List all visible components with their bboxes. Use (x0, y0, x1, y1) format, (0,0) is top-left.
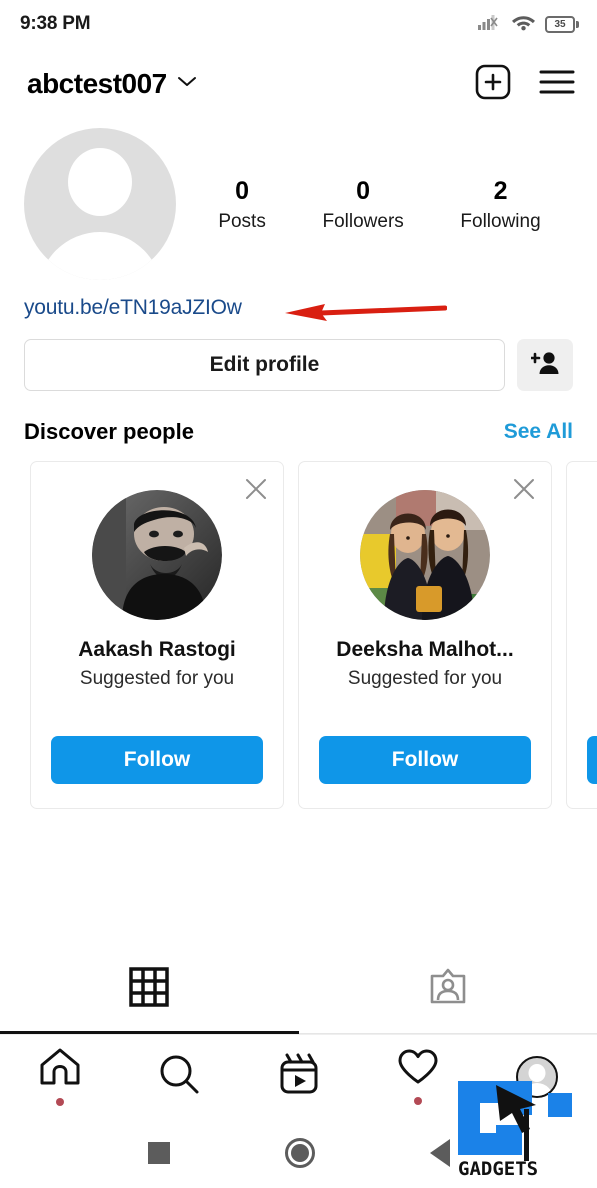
reels-icon (278, 1053, 320, 1100)
heart-icon (397, 1048, 439, 1091)
home-icon (39, 1047, 81, 1092)
page-title: abctest007 (27, 68, 167, 99)
tab-tagged[interactable] (299, 946, 597, 1033)
nav-search[interactable] (119, 1035, 238, 1118)
header-actions (475, 64, 575, 105)
nav-profile[interactable] (478, 1035, 597, 1118)
close-x-icon[interactable] (511, 476, 537, 502)
suggestion-card[interactable]: Aakash Rastogi Suggested for you Follow (30, 461, 284, 809)
stat-followers[interactable]: 0 Followers (322, 176, 403, 233)
recents-square-icon[interactable] (147, 1142, 170, 1164)
home-circle-icon[interactable] (284, 1138, 315, 1168)
wifi-icon (511, 12, 536, 36)
tab-grid[interactable] (0, 946, 299, 1034)
discover-people-header: Discover people See All (0, 391, 597, 445)
stat-following-value: 2 (493, 176, 508, 205)
add-person-icon (529, 350, 559, 381)
close-x-icon[interactable] (243, 476, 269, 502)
profile-header: abctest007 (0, 48, 597, 120)
nav-home[interactable] (0, 1035, 119, 1118)
bio-section: youtu.be/eTN19aJZIOw (0, 280, 597, 321)
battery-icon: 35 (545, 15, 579, 33)
search-icon (158, 1053, 200, 1100)
stat-following-label: Following (460, 210, 541, 232)
suggestion-subtitle: Suggested for you (79, 668, 235, 689)
back-triangle-icon[interactable] (429, 1139, 450, 1167)
default-avatar-icon[interactable] (24, 128, 176, 280)
suggestion-avatar[interactable] (360, 490, 490, 620)
activity-badge-dot (413, 1097, 422, 1105)
suggestion-name: Deeksha Malhot... (336, 638, 514, 661)
profile-stats: 0 Posts 0 Followers 2 Following (176, 176, 573, 233)
grid-icon (129, 967, 169, 1012)
follow-button[interactable]: Follow (51, 736, 263, 784)
bottom-navigation-bar (0, 1034, 597, 1118)
stat-followers-label: Followers (322, 210, 404, 232)
instagram-profile-screen: 9:38 PM 35 abctest007 0 Posts 0 Follower… (0, 0, 597, 1188)
follow-button[interactable] (587, 736, 597, 784)
add-person-button[interactable] (517, 339, 573, 391)
tagged-person-icon (428, 967, 468, 1012)
nav-activity[interactable] (358, 1035, 477, 1118)
discover-people-carousel[interactable]: Aakash Rastogi Suggested for you Follow (0, 445, 597, 809)
status-bar: 9:38 PM 35 (0, 0, 597, 48)
android-navigation-bar (0, 1118, 597, 1188)
chevron-down-icon (177, 75, 197, 93)
stat-posts-label: Posts (218, 210, 266, 232)
discover-people-title: Discover people (24, 419, 194, 444)
stat-posts-value: 0 (235, 176, 250, 205)
nav-reels[interactable] (239, 1035, 358, 1118)
hamburger-menu-icon[interactable] (539, 68, 575, 101)
suggestion-name: Aakash Rastogi (78, 638, 236, 661)
profile-actions: Edit profile (0, 320, 597, 391)
suggestion-card[interactable] (566, 461, 597, 809)
battery-level: 35 (554, 18, 566, 30)
see-all-link[interactable]: See All (504, 420, 573, 444)
home-badge-dot (55, 1098, 64, 1106)
profile-summary: 0 Posts 0 Followers 2 Following (0, 120, 597, 280)
plus-square-icon[interactable] (475, 64, 511, 105)
username-switcher[interactable]: abctest007 (27, 68, 197, 100)
suggestion-subtitle: Suggested for you (347, 668, 503, 689)
signal-bars-no-sim-icon (478, 13, 502, 36)
red-arrow-left-icon (285, 302, 448, 324)
stat-followers-value: 0 (356, 176, 371, 205)
edit-profile-button[interactable]: Edit profile (24, 339, 505, 391)
stat-posts[interactable]: 0 Posts (218, 176, 266, 233)
follow-button[interactable]: Follow (319, 736, 531, 784)
status-icons: 35 (478, 12, 579, 36)
bio-link[interactable]: youtu.be/eTN19aJZIOw (24, 296, 242, 320)
stat-following[interactable]: 2 Following (460, 176, 540, 233)
status-time: 9:38 PM (20, 13, 91, 34)
profile-avatar-icon (516, 1055, 559, 1098)
profile-content-tabs (0, 946, 597, 1034)
suggestion-avatar[interactable] (92, 490, 222, 620)
suggestion-card[interactable]: Deeksha Malhot... Suggested for you Foll… (298, 461, 552, 809)
